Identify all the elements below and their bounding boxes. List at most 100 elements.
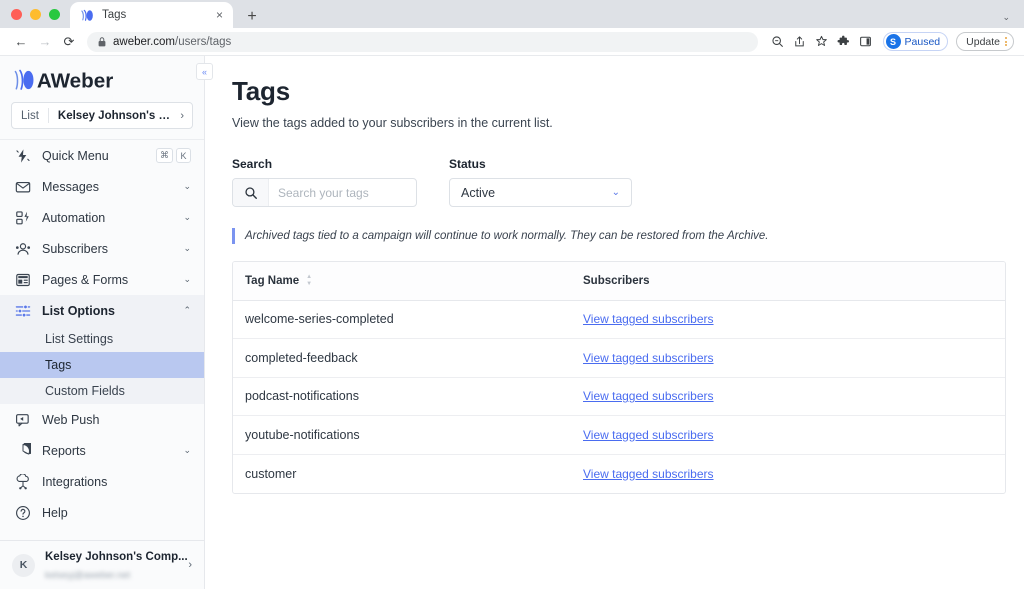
- page-subtitle: View the tags added to your subscribers …: [232, 116, 1001, 130]
- chevron-down-icon[interactable]: ⌄: [1002, 12, 1010, 23]
- back-button[interactable]: ←: [10, 31, 32, 53]
- maximize-window-button[interactable]: [49, 9, 60, 20]
- pages-forms-icon: [14, 271, 31, 288]
- browser-toolbar: ← → ⟳ aweber.com/users/tags: [0, 28, 1024, 56]
- tag-name-cell: customer: [233, 467, 583, 481]
- messages-icon: [14, 178, 31, 195]
- url-domain: aweber.com: [113, 36, 175, 48]
- profile-status-pill[interactable]: S Paused: [883, 32, 949, 51]
- view-tagged-subscribers-link[interactable]: View tagged subscribers: [583, 389, 714, 403]
- chevron-down-icon: ⌄: [183, 243, 191, 254]
- tag-name-cell: completed-feedback: [233, 351, 583, 365]
- sidebar-item-label: Automation: [42, 211, 172, 225]
- sidebar-subitem-label: List Settings: [45, 332, 204, 346]
- table-row: welcome-series-completed View tagged sub…: [233, 301, 1005, 340]
- sidebar: « AWeber List Kelsey Johnson's List ›: [0, 56, 205, 589]
- sidebar-item-pages-forms[interactable]: Pages & Forms ⌄: [0, 264, 204, 295]
- list-selector[interactable]: List Kelsey Johnson's List ›: [11, 102, 193, 129]
- table-row: customer View tagged subscribers: [233, 455, 1005, 494]
- update-button[interactable]: Update: [956, 32, 1014, 51]
- list-selector-label: List: [12, 108, 49, 123]
- browser-tab[interactable]: Tags ×: [70, 2, 233, 28]
- sidebar-item-label: Pages & Forms: [42, 273, 172, 287]
- integrations-icon: [14, 473, 31, 490]
- aweber-favicon: [80, 8, 95, 23]
- sidebar-item-label: Integrations: [42, 475, 191, 489]
- sidebar-collapse-button[interactable]: «: [196, 63, 213, 80]
- sidebar-item-list-options[interactable]: List Options ⌃: [0, 295, 204, 326]
- window-controls: [0, 9, 70, 28]
- chevron-down-icon: ⌄: [183, 274, 191, 285]
- account-email: kelseyj@aweber.net: [45, 570, 130, 581]
- search-input[interactable]: [269, 186, 416, 200]
- search-label: Search: [232, 157, 417, 171]
- close-window-button[interactable]: [11, 9, 22, 20]
- kbd-command: ⌘: [156, 148, 173, 163]
- avatar: K: [12, 554, 35, 577]
- sidebar-item-label: Reports: [42, 444, 172, 458]
- tab-title: Tags: [102, 9, 207, 21]
- sidebar-subitem-tags[interactable]: Tags: [0, 352, 204, 378]
- chevron-right-icon: ›: [188, 559, 192, 571]
- sort-toggle-icon[interactable]: ▲▼: [306, 275, 312, 287]
- chevron-down-icon: ⌄: [612, 187, 620, 198]
- column-header-tag-name[interactable]: Tag Name ▲▼: [233, 275, 583, 287]
- tag-name-cell: podcast-notifications: [233, 389, 583, 403]
- view-tagged-subscribers-link[interactable]: View tagged subscribers: [583, 312, 714, 326]
- sidebar-item-quick-menu[interactable]: Quick Menu ⌘ K: [0, 140, 204, 171]
- sidebar-item-subscribers[interactable]: Subscribers ⌄: [0, 233, 204, 264]
- status-field-group: Status Active ⌄: [449, 157, 632, 207]
- browser-window: Tags × + ⌄ ← → ⟳ aweber.com/users/tags: [0, 0, 1024, 589]
- extensions-icon[interactable]: [833, 31, 854, 52]
- new-tab-button[interactable]: +: [242, 9, 262, 25]
- toolbar-icons: [767, 31, 876, 52]
- sidebar-subitem-custom-fields[interactable]: Custom Fields: [0, 378, 204, 404]
- zoom-icon[interactable]: [767, 31, 788, 52]
- bookmark-star-icon[interactable]: [811, 31, 832, 52]
- table-row: podcast-notifications View tagged subscr…: [233, 378, 1005, 417]
- sidebar-item-label: Subscribers: [42, 242, 172, 256]
- chevron-right-icon: ›: [172, 110, 192, 122]
- sidebar-item-reports[interactable]: Reports ⌄: [0, 435, 204, 466]
- page-title: Tags: [232, 76, 1001, 107]
- sidebar-item-automation[interactable]: Automation ⌄: [0, 202, 204, 233]
- address-bar[interactable]: aweber.com/users/tags: [87, 32, 758, 52]
- close-icon[interactable]: ×: [214, 7, 225, 23]
- search-box[interactable]: [232, 178, 417, 207]
- view-tagged-subscribers-link[interactable]: View tagged subscribers: [583, 351, 714, 365]
- sidebar-subitem-label: Custom Fields: [45, 384, 204, 398]
- view-tagged-subscribers-link[interactable]: View tagged subscribers: [583, 467, 714, 481]
- table-header-row: Tag Name ▲▼ Subscribers: [233, 262, 1005, 301]
- sidebar-subitem-label: Tags: [45, 358, 204, 372]
- update-label: Update: [966, 36, 1000, 48]
- sidebar-item-messages[interactable]: Messages ⌄: [0, 171, 204, 202]
- side-panel-icon[interactable]: [855, 31, 876, 52]
- sidebar-item-help[interactable]: Help: [0, 497, 204, 528]
- account-footer[interactable]: K Kelsey Johnson's Comp... kelseyj@awebe…: [0, 540, 204, 589]
- minimize-window-button[interactable]: [30, 9, 41, 20]
- subscribers-cell: View tagged subscribers: [583, 349, 1005, 367]
- sidebar-subitem-list-settings[interactable]: List Settings: [0, 326, 204, 352]
- reload-button[interactable]: ⟳: [58, 31, 80, 53]
- url-text: aweber.com/users/tags: [113, 36, 231, 48]
- url-path: /users/tags: [175, 36, 231, 48]
- status-label: Status: [449, 157, 632, 171]
- share-icon[interactable]: [789, 31, 810, 52]
- sidebar-item-label: Web Push: [42, 413, 191, 427]
- subscribers-cell: View tagged subscribers: [583, 426, 1005, 444]
- profile-status-text: Paused: [905, 36, 941, 48]
- sidebar-nav: Quick Menu ⌘ K Messages ⌄: [0, 139, 204, 540]
- chevron-down-icon: ⌄: [183, 181, 191, 192]
- status-select[interactable]: Active ⌄: [449, 178, 632, 207]
- forward-button[interactable]: →: [34, 31, 56, 53]
- sidebar-item-label: List Options: [42, 304, 172, 318]
- view-tagged-subscribers-link[interactable]: View tagged subscribers: [583, 428, 714, 442]
- account-name: Kelsey Johnson's Comp...: [45, 551, 188, 563]
- sidebar-item-web-push[interactable]: Web Push: [0, 404, 204, 435]
- browser-menu-icon[interactable]: [1003, 37, 1009, 46]
- search-icon: [233, 179, 269, 206]
- reports-icon: [14, 442, 31, 459]
- tag-name-cell: youtube-notifications: [233, 428, 583, 442]
- sidebar-item-integrations[interactable]: Integrations: [0, 466, 204, 497]
- chevron-down-icon: ⌄: [183, 212, 191, 223]
